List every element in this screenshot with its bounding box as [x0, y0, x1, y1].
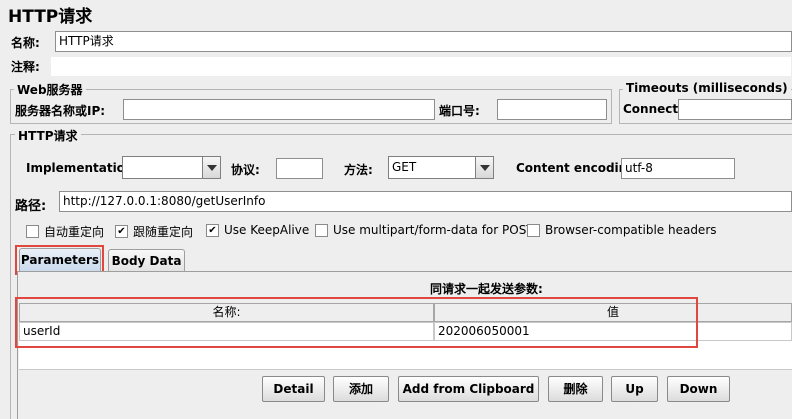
browser-headers-checkbox[interactable]: Browser-compatible headers — [527, 223, 717, 237]
params-caption: 同请求一起发送参数: — [430, 282, 543, 296]
check-icon: ✔ — [206, 223, 219, 237]
method-select[interactable]: GET — [388, 156, 494, 179]
web-server-group-title: Web服务器 — [14, 81, 86, 98]
path-label: 路径: — [15, 199, 47, 214]
auto-redirect-label: 自动重定向 — [44, 225, 105, 239]
timeouts-group-title: Timeouts (milliseconds) — [623, 81, 791, 95]
server-label: 服务器名称或IP: — [15, 104, 106, 118]
multipart-label: Use multipart/form-data for POST — [333, 223, 534, 237]
method-label: 方法: — [344, 163, 373, 177]
comment-field[interactable] — [50, 56, 792, 77]
follow-redirect-label: 跟随重定向 — [133, 225, 194, 239]
server-input[interactable] — [123, 99, 435, 120]
multipart-checkbox[interactable]: Use multipart/form-data for POST — [315, 223, 534, 237]
up-button[interactable]: Up — [611, 376, 658, 402]
method-value: GET — [392, 160, 417, 174]
highlight-box-table — [15, 297, 698, 348]
tab-body-data[interactable]: Body Data — [108, 249, 185, 271]
protocol-input[interactable] — [276, 158, 323, 179]
add-from-clipboard-button[interactable]: Add from Clipboard — [398, 376, 539, 402]
keepalive-label: Use KeepAlive — [224, 223, 310, 237]
comment-label: 注释: — [11, 60, 40, 74]
checkbox-box — [26, 225, 39, 238]
chevron-down-icon[interactable] — [475, 157, 493, 178]
checkbox-box — [527, 223, 540, 237]
follow-redirect-checkbox[interactable]: ✔ 跟随重定向 — [115, 223, 193, 240]
check-icon: ✔ — [115, 225, 128, 238]
name-label: 名称: — [11, 36, 40, 50]
encoding-input[interactable]: utf-8 — [621, 158, 735, 179]
page-title: HTTP请求 — [8, 7, 93, 27]
add-button[interactable]: 添加 — [333, 376, 389, 402]
implementation-select[interactable] — [122, 156, 221, 179]
connect-input[interactable] — [678, 99, 792, 120]
down-button[interactable]: Down — [667, 376, 730, 402]
chevron-down-icon[interactable] — [202, 157, 220, 178]
delete-button[interactable]: 删除 — [548, 376, 603, 402]
path-input[interactable]: http://127.0.0.1:8080/getUserInfo — [59, 191, 792, 212]
http-request-group-title: HTTP请求 — [15, 127, 81, 144]
port-label: 端口号: — [439, 104, 480, 118]
protocol-label: 协议: — [231, 163, 260, 177]
keepalive-checkbox[interactable]: ✔ Use KeepAlive — [206, 223, 309, 237]
auto-redirect-checkbox[interactable]: 自动重定向 — [26, 223, 104, 240]
connect-label: Connect: — [623, 102, 683, 116]
browser-headers-label: Browser-compatible headers — [545, 223, 717, 237]
checkbox-box — [315, 223, 328, 237]
name-field[interactable]: HTTP请求 — [55, 31, 792, 52]
detail-button[interactable]: Detail — [262, 376, 325, 402]
port-input[interactable] — [497, 99, 607, 120]
